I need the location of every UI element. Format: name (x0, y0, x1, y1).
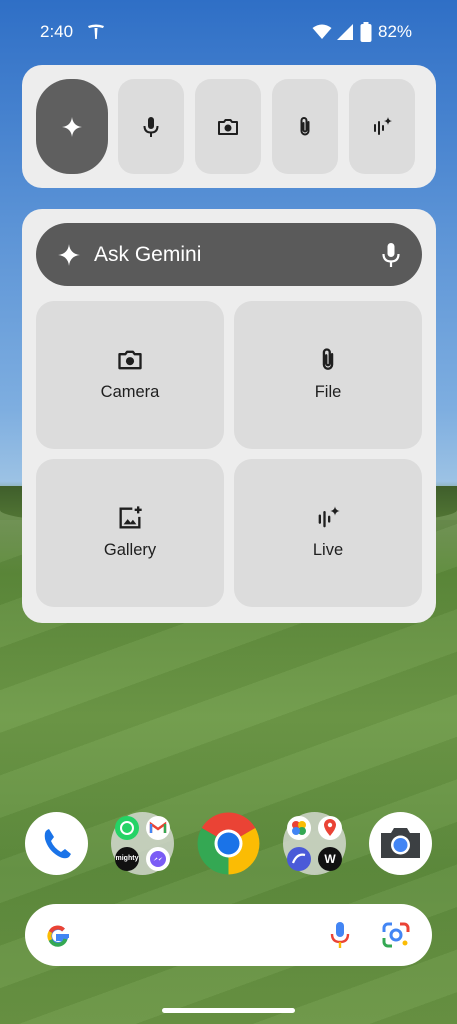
cellular-signal-icon (337, 24, 353, 40)
attach-icon (300, 116, 310, 135)
gemini-button[interactable] (36, 79, 108, 174)
live-icon (374, 116, 392, 135)
whatsapp-icon (115, 816, 139, 840)
google-search-bar[interactable] (25, 904, 432, 966)
google-lens-icon[interactable] (380, 920, 412, 950)
file-card[interactable]: File (234, 301, 422, 449)
gmail-icon (146, 816, 170, 840)
phone-app[interactable] (25, 812, 88, 875)
status-time: 2:40 (40, 22, 74, 41)
gemini-quick-actions-widget (22, 65, 436, 188)
chrome-app[interactable] (197, 812, 260, 875)
unknown-app-icon (287, 847, 311, 871)
tesla-icon (88, 24, 104, 39)
battery-icon (360, 22, 372, 42)
camera-app[interactable] (369, 812, 432, 875)
attach-button[interactable] (272, 79, 338, 174)
microphone-icon[interactable] (379, 242, 403, 268)
chrome-icon (197, 812, 260, 875)
gemini-widget: Ask Gemini Camera File Gallery Live (22, 209, 436, 623)
mighty-icon: mighty (115, 847, 139, 871)
google-photos-icon (287, 816, 311, 840)
live-card[interactable]: Live (234, 459, 422, 607)
ask-gemini-label: Ask Gemini (94, 243, 202, 266)
gallery-icon (119, 506, 142, 529)
status-bar: 2:40 82% (0, 0, 457, 62)
microphone-icon (143, 116, 159, 137)
google-maps-icon (318, 816, 342, 840)
camera-app-icon (381, 828, 420, 858)
camera-button[interactable] (195, 79, 261, 174)
phone-icon (44, 829, 71, 859)
live-icon (318, 506, 340, 528)
google-mic-icon[interactable] (328, 920, 352, 950)
camera-card-label: Camera (100, 383, 160, 401)
ask-gemini-bar[interactable]: Ask Gemini (36, 223, 422, 286)
voice-button[interactable] (118, 79, 184, 174)
camera-card[interactable]: Camera (36, 301, 224, 449)
google-g-icon (47, 925, 69, 947)
file-card-label: File (314, 383, 342, 401)
wifi-icon (312, 24, 332, 39)
gesture-nav-handle[interactable] (162, 1008, 295, 1013)
camera-icon (218, 118, 238, 135)
battery-percentage: 82% (378, 22, 413, 41)
gallery-card[interactable]: Gallery (36, 459, 224, 607)
app-folder-1[interactable]: mighty (111, 812, 174, 875)
camera-icon (118, 350, 142, 370)
messenger-icon (146, 847, 170, 871)
gemini-spark-icon (62, 116, 82, 137)
live-card-label: Live (312, 541, 344, 559)
attach-icon (322, 348, 334, 370)
gallery-card-label: Gallery (103, 541, 157, 559)
w-app-icon: W (318, 847, 342, 871)
live-button[interactable] (349, 79, 415, 174)
gemini-spark-icon (58, 244, 80, 266)
app-folder-2[interactable]: W (283, 812, 346, 875)
